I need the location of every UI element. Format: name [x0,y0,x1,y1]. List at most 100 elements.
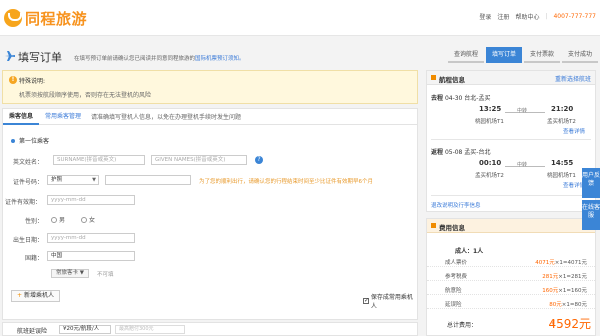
section-marker-icon [431,75,436,80]
reselect-flight-link[interactable]: 重新选择航班 [555,74,591,83]
progress-steps: 查询航程 填写订单 支付票款 支付成功 [448,47,600,63]
step-success: 支付成功 [562,49,598,63]
flight-info-card: 航程信息 重新选择航班 去程 04-30 台北-孟买 13:25 中转 21:2… [426,70,596,212]
insurance-label: 航班延误险 [17,328,48,335]
bullet-icon [11,138,15,143]
fee-card-header: 费用信息 [427,219,595,233]
section-marker-icon [431,223,436,228]
name-label: 英文姓名： [12,159,43,166]
given-names-placeholder: GIVEN NAMES(拼音或英文) [155,157,226,163]
birthday-input[interactable]: yyyy-mm-dd [47,233,135,243]
checkbox-checked-icon [363,297,369,304]
id-number-input[interactable] [105,175,191,185]
booking-terms-link[interactable]: 国际机票预订须知。 [195,56,245,62]
delay-insurance-row: 航班延误险 ¥20元/航段/人 最高赔付300元 [2,322,418,336]
feedback-tab[interactable]: 用户反馈 [582,168,600,198]
fee-calc: ×1=4071元 [554,260,587,266]
top-links: 登录 注册 帮助中心 | 4007-777-777 [479,12,596,21]
save-frequent-passenger[interactable]: 保存成常用乘机人 [363,292,417,310]
gender-female-option[interactable]: 女 [81,215,95,224]
outbound-dep-airport: 桃园机场T1 [475,119,504,125]
inbound-dep-airport: 孟买机场T2 [475,173,504,179]
inbound-arr-airport: 桃园机场T1 [547,173,576,179]
id-validity-hint: 为了您的顺利出行，请确认您的行程结束时间至少比证件有效期早6个月 [199,179,374,185]
add-passenger-button[interactable]: + 新增乘机人 [11,290,61,302]
fee-row: 延误险 80元×1=80元 [427,297,595,309]
inbound-header: 返程 05-08 孟买-台北 [431,147,490,156]
login-link[interactable]: 登录 [479,12,491,21]
fee-unit-price: 160元 [542,288,559,294]
outbound-detail-link[interactable]: 查看详情 [563,127,585,135]
outbound-route: 台北-孟买 [464,95,491,102]
nationality-input[interactable]: 中国 [47,251,135,261]
fee-row: 参考税费 281元×1=281元 [427,269,595,281]
flight-card-header: 航程信息 重新选择航班 [427,71,595,85]
tab-frequent-passengers[interactable]: 常用乘客管理 [39,109,87,125]
notice-text: 机票须按航段顺序使用，否则存在无法登机的风险 [19,92,152,99]
tab-passenger-info[interactable]: 乘客信息 [3,109,40,125]
logo[interactable]: 同程旅游 [4,8,87,28]
save-passenger-text: 保存成常用乘机人 [370,294,413,310]
outbound-arr-time: 21:20 [551,105,574,113]
fee-label: 成人票价 [445,260,468,266]
online-service-tab[interactable]: 在线客服 [582,200,600,230]
passenger-section-title: 第一位乘客 [11,136,49,145]
step-search: 查询航程 [448,49,484,63]
page-subtitle: 在填写预订单前请确认您已阅读并同意同程旅游的国际机票预订须知。 [74,54,245,62]
fee-calc: ×1=80元 [561,302,587,308]
step-fill-order: 填写订单 [486,47,522,63]
outbound-arr-airport: 孟买机场T2 [547,119,576,125]
birthday-placeholder: yyyy-mm-dd [51,235,86,241]
passenger-number: 第一位乘客 [19,138,50,145]
fee-value: 281元×1=281元 [542,272,587,280]
fee-label: 延误险 [445,302,462,308]
fee-value: 160元×1=160元 [542,286,587,294]
gender-female-text: 女 [89,217,96,224]
inbound-date: 05-08 [444,149,463,156]
frequent-flyer-status: 不可填 [97,272,114,278]
gender-male-option[interactable]: 男 [51,215,65,224]
outbound-label: 去程 [431,95,444,102]
radio-icon [51,216,57,223]
outbound-date: 04-30 [444,95,463,102]
warning-icon: ! [9,76,17,84]
frequent-flyer-card-select[interactable]: 常旅客卡 ▼ [51,269,89,278]
page-title: 填写订单 [18,51,62,64]
form-tabs-note: 请准确填写登机人信息，以免在办理登机手续时发生问题 [91,114,242,121]
plus-icon: + [17,292,23,299]
id-expiry-placeholder: yyyy-mm-dd [51,197,86,203]
total-label: 总计费用： [447,322,478,329]
flight-card-title: 航程信息 [439,76,465,84]
help-center-link[interactable]: 帮助中心 [515,12,539,21]
plane-icon [5,51,15,61]
register-link[interactable]: 注册 [497,12,509,21]
fee-label: 航意险 [445,288,462,294]
refund-baggage-rules-link[interactable]: 退改说明及行李信息 [431,201,481,209]
step-payment: 支付票款 [524,49,560,63]
insurance-note: 最高赔付300元 [119,326,154,332]
given-names-input[interactable]: GIVEN NAMES(拼音或英文) [151,155,247,165]
fee-unit-price: 80元 [549,302,562,308]
fee-value: 80元×1=80元 [549,300,587,308]
nationality-label: 国籍： [24,255,43,262]
title-bar: 填写订单 在填写预订单前请确认您已阅读并同意同程旅游的国际机票预订须知。 查询航… [0,44,600,72]
id-type-select[interactable]: 护照 ▼ [47,175,99,185]
fee-calc: ×1=281元 [558,274,587,280]
id-expiry-input[interactable]: yyyy-mm-dd [47,195,135,205]
fee-row: 航意险 160元×1=160元 [427,283,595,295]
id-expiry-label: 证件有效期： [5,199,42,206]
inbound-arr-time: 14:55 [551,159,574,167]
fee-calc: ×1=160元 [558,288,587,294]
insurance-select[interactable]: ¥20元/航段/人 [59,325,111,334]
fee-unit-price: 281元 [542,274,559,280]
inbound-route: 孟买-台北 [464,149,491,156]
radio-icon [81,216,87,223]
outbound-stop: 中转 [517,108,528,114]
gender-male-text: 男 [59,217,66,224]
surname-input[interactable]: SURNAME(拼音或英文) [53,155,145,165]
help-icon[interactable]: ? [255,156,263,164]
add-passenger-text: 新增乘机人 [24,292,55,299]
logo-icon [4,9,22,27]
inbound-label: 返程 [431,149,444,156]
notice-title: 特殊说明: [19,78,46,85]
